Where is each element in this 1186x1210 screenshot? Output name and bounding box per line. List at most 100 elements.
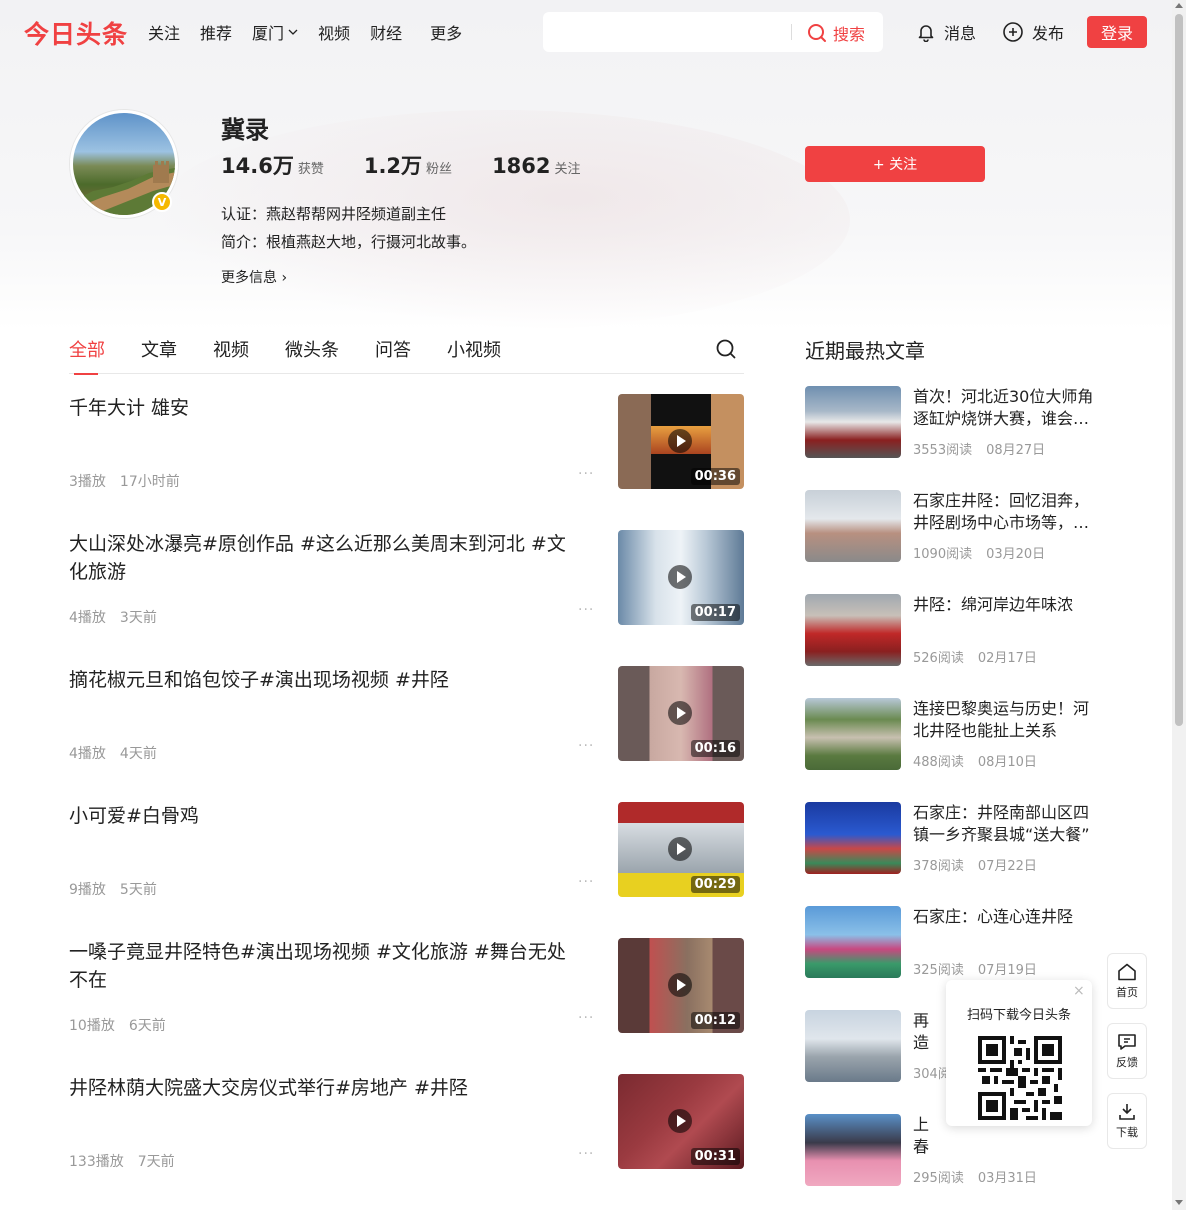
video-thumbnail[interactable]: 00:36 (618, 394, 744, 489)
nav-item-follow[interactable]: 关注 (148, 20, 180, 44)
more-options-button[interactable]: ··· (578, 874, 594, 890)
article-thumbnail (805, 906, 901, 978)
home-tool-button[interactable]: 首页 (1107, 953, 1147, 1009)
more-info-link[interactable]: 更多信息 › (221, 267, 287, 287)
more-options-button[interactable]: ··· (578, 738, 594, 754)
chevron-down-icon (288, 29, 298, 35)
hot-articles-title: 近期最热文章 (805, 339, 925, 363)
active-tab-indicator (74, 373, 98, 375)
hot-article-item[interactable]: 石家庄：井陉南部山区四镇一乡齐聚县城“送大餐” 378阅读 07月22日 (805, 802, 1100, 874)
article-title[interactable]: 井陉：绵河岸边年味浓 (913, 594, 1095, 616)
feed-item[interactable]: 千年大计 雄安 3播放 17小时前 ··· 00:36 (69, 394, 744, 490)
video-duration: 00:16 (690, 740, 740, 757)
tab-short-video[interactable]: 小视频 (447, 336, 501, 374)
video-duration: 00:31 (690, 1148, 740, 1165)
scrollbar-thumb[interactable] (1175, 14, 1183, 726)
search-input[interactable]: 搜索 (543, 12, 883, 52)
feed-item[interactable]: 大山深处冰瀑亮#原创作品 #这么近那么美周末到河北 #文化旅游 4播放 3天前 ·… (69, 530, 744, 626)
search-icon (808, 24, 826, 42)
profile-name: 冀录 (221, 116, 269, 144)
feed-item-title[interactable]: 大山深处冰瀑亮#原创作品 #这么近那么美周末到河北 #文化旅游 (69, 530, 584, 586)
play-icon (668, 837, 692, 861)
feedback-tool-button[interactable]: 反馈 (1107, 1023, 1147, 1079)
video-thumbnail[interactable]: 00:12 (618, 938, 744, 1033)
video-duration: 00:12 (690, 1012, 740, 1029)
video-thumbnail[interactable]: 00:17 (618, 530, 744, 625)
scroll-up-arrow-icon[interactable] (1175, 3, 1183, 8)
tab-weitoutiao[interactable]: 微头条 (285, 336, 339, 374)
video-thumbnail[interactable]: 00:29 (618, 802, 744, 897)
nav-item-finance[interactable]: 财经 (370, 20, 402, 44)
article-meta: 1090阅读 03月20日 (913, 547, 1046, 562)
video-duration: 00:17 (690, 604, 740, 621)
login-button[interactable]: 登录 (1087, 16, 1147, 48)
page-scrollbar[interactable] (1172, 0, 1186, 1210)
download-tool-button[interactable]: 下载 (1107, 1093, 1147, 1149)
feed-item-title[interactable]: 井陉林荫大院盛大交房仪式举行#房地产 #井陉 (69, 1074, 584, 1102)
play-icon (668, 973, 692, 997)
download-qr-popup: × 扫码下载今日头条 (946, 980, 1092, 1126)
hot-article-item[interactable]: 石家庄：心连心连井陉 325阅读 07月19日 (805, 906, 1100, 978)
article-thumbnail (805, 1114, 901, 1186)
feed-item-title[interactable]: 一嗓子竟显井陉特色#演出现场视频 #文化旅游 #舞台无处不在 (69, 938, 584, 994)
feed-item[interactable]: 一嗓子竟显井陉特色#演出现场视频 #文化旅游 #舞台无处不在 10播放 6天前 ·… (69, 938, 744, 1034)
video-thumbnail[interactable]: 00:31 (618, 1074, 744, 1169)
article-title[interactable]: 石家庄：心连心连井陉 (913, 906, 1095, 928)
plus-circle-icon (1003, 22, 1023, 42)
article-thumbnail (805, 698, 901, 770)
play-icon (668, 429, 692, 453)
bell-icon (918, 25, 934, 42)
more-options-button[interactable]: ··· (578, 602, 594, 618)
article-title[interactable]: 石家庄井陉：回忆泪奔，井陉剧场中心市场等，… (913, 490, 1095, 534)
article-meta: 295阅读 03月31日 (913, 1171, 1037, 1186)
article-title[interactable]: 首次！河北近30位大师角逐缸炉烧饼大赛，谁会… (913, 386, 1095, 430)
publish-button[interactable]: 发布 (1002, 20, 1064, 44)
feed-item[interactable]: 摘花椒元旦和馅包饺子#演出现场视频 #井陉 4播放 4天前 ··· 00:16 (69, 666, 744, 762)
nav-item-recommend[interactable]: 推荐 (200, 20, 232, 44)
article-meta: 378阅读 07月22日 (913, 859, 1037, 874)
hot-article-item[interactable]: 井陉：绵河岸边年味浓 526阅读 02月17日 (805, 594, 1100, 666)
hot-article-item[interactable]: 石家庄井陉：回忆泪奔，井陉剧场中心市场等，… 1090阅读 03月20日 (805, 490, 1100, 562)
tab-all[interactable]: 全部 (69, 336, 105, 375)
article-thumbnail (805, 594, 901, 666)
article-title[interactable]: 上春花儿 (913, 1114, 943, 1158)
feed-item-title[interactable]: 千年大计 雄安 (69, 394, 584, 422)
article-title[interactable]: 再造安区 (913, 1010, 943, 1054)
stat-following[interactable]: 1862 关注 (492, 154, 580, 178)
nav-item-city[interactable]: 厦门 (252, 20, 298, 44)
feedback-icon (1118, 1033, 1136, 1050)
feed-item-title[interactable]: 小可爱#白骨鸡 (69, 802, 584, 830)
video-thumbnail[interactable]: 00:16 (618, 666, 744, 761)
feed-item[interactable]: 小可爱#白骨鸡 9播放 5天前 ··· 00:29 (69, 802, 744, 898)
stat-fans[interactable]: 1.2万 粉丝 (364, 150, 452, 180)
feed-item[interactable]: 井陉林荫大院盛大交房仪式举行#房地产 #井陉 133播放 7天前 ··· 00:3… (69, 1074, 744, 1170)
article-title[interactable]: 连接巴黎奥运与历史！河北井陉也能扯上关系 (913, 698, 1095, 742)
nav-item-video[interactable]: 视频 (318, 20, 350, 44)
feed-item-meta: 3播放 17小时前 (69, 474, 180, 490)
more-options-button[interactable]: ··· (578, 1146, 594, 1162)
video-duration: 00:29 (690, 876, 740, 893)
more-options-button[interactable]: ··· (578, 1010, 594, 1026)
article-meta: 526阅读 02月17日 (913, 651, 1037, 666)
hot-article-item[interactable]: 首次！河北近30位大师角逐缸炉烧饼大赛，谁会… 3553阅读 08月27日 (805, 386, 1100, 458)
tab-qa[interactable]: 问答 (375, 336, 411, 374)
close-icon[interactable]: × (1073, 983, 1085, 999)
article-thumbnail (805, 802, 901, 874)
more-options-button[interactable]: ··· (578, 466, 594, 482)
nav-item-more[interactable]: 更多 (430, 20, 462, 44)
search-icon[interactable] (715, 338, 737, 360)
search-button[interactable]: 搜索 (807, 21, 865, 45)
profile-certification: 认证：燕赵帮帮网井陉频道副主任 (221, 205, 447, 223)
scroll-down-arrow-icon[interactable] (1175, 1200, 1183, 1205)
article-title[interactable]: 石家庄：井陉南部山区四镇一乡齐聚县城“送大餐” (913, 802, 1095, 846)
feed-item-title[interactable]: 摘花椒元旦和馅包饺子#演出现场视频 #井陉 (69, 666, 584, 694)
messages-button[interactable]: 消息 (916, 20, 976, 44)
tab-videos[interactable]: 视频 (213, 336, 249, 374)
hot-article-item[interactable]: 连接巴黎奥运与历史！河北井陉也能扯上关系 488阅读 08月10日 (805, 698, 1100, 770)
article-thumbnail (805, 490, 901, 562)
article-meta: 325阅读 07月19日 (913, 963, 1037, 978)
follow-button[interactable]: + 关注 (805, 146, 985, 182)
tab-articles[interactable]: 文章 (141, 336, 177, 374)
feed-item-meta: 133播放 7天前 (69, 1154, 175, 1170)
toutiao-logo[interactable]: 今日头条 (24, 15, 128, 51)
